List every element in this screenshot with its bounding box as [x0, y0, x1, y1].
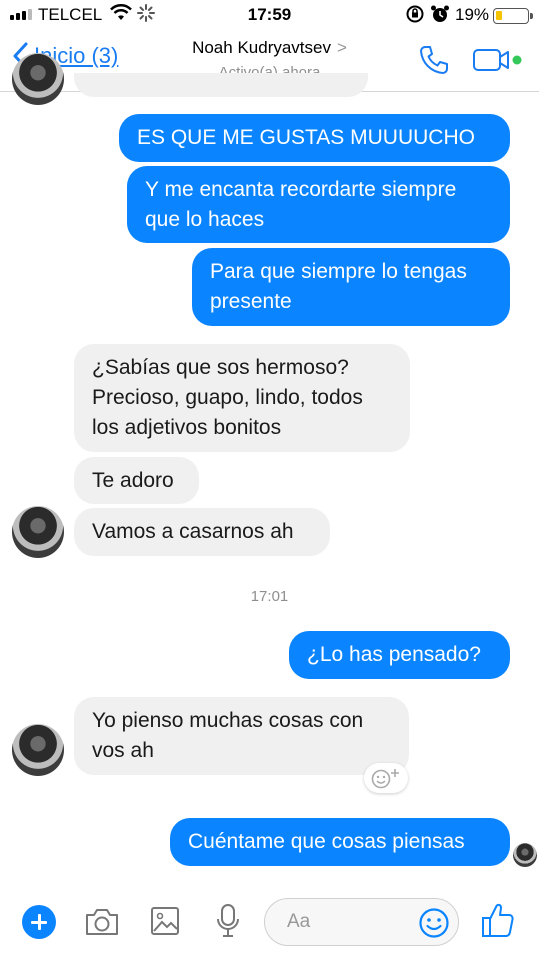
message-text: Yo pienso muchas cosas con vos ah [92, 709, 364, 762]
smiley-plus-icon [371, 769, 399, 789]
image-icon [151, 907, 179, 935]
gallery-button[interactable] [150, 906, 180, 941]
message-text: Cuéntame que cosas piensas [188, 830, 465, 853]
message-text: Para que siempre lo tengas presente [210, 260, 467, 313]
emoji-button[interactable] [418, 907, 450, 944]
message-text: Vamos a casarnos ah [92, 520, 294, 543]
message-incoming[interactable]: Te adoro [74, 457, 199, 504]
thumbs-up-icon [482, 903, 514, 937]
phone-icon [420, 46, 448, 74]
message-composer: Aa [0, 893, 539, 960]
contact-avatar[interactable] [12, 724, 64, 776]
message-text: ¿Sabías que sos hermoso? Precioso, guapo,… [92, 356, 363, 439]
message-outgoing[interactable]: Cuéntame que cosas piensas [170, 818, 510, 866]
partial-incoming-bubble [74, 73, 368, 97]
camera-button[interactable] [84, 907, 120, 942]
message-text: Y me encanta recordarte siempre que lo ha… [145, 177, 457, 231]
message-input-placeholder: Aa [287, 911, 311, 932]
message-text: Te adoro [92, 468, 174, 492]
add-reaction-button[interactable] [364, 763, 408, 793]
alarm-icon [430, 4, 450, 29]
battery-icon [493, 8, 533, 24]
message-incoming[interactable]: Vamos a casarnos ah [74, 508, 330, 556]
message-thread[interactable]: ES QUE ME GUSTAS MUUUUCHO Y me encanta r… [0, 53, 539, 893]
message-outgoing[interactable]: Para que siempre lo tengas presente [192, 248, 510, 326]
video-camera-icon [473, 49, 522, 71]
read-receipt-avatar [513, 843, 537, 867]
message-incoming[interactable]: ¿Sabías que sos hermoso? Precioso, guapo,… [74, 344, 410, 452]
message-text: ES QUE ME GUSTAS MUUUUCHO [137, 126, 475, 149]
contact-name: Noah Kudryavtsev [192, 38, 331, 57]
contact-avatar [12, 53, 64, 105]
message-outgoing[interactable]: ES QUE ME GUSTAS MUUUUCHO [119, 114, 510, 162]
message-outgoing[interactable]: Y me encanta recordarte siempre que lo ha… [127, 166, 510, 243]
message-incoming[interactable]: Yo pienso muchas cosas con vos ah [74, 697, 409, 775]
message-outgoing[interactable]: ¿Lo has pensado? [289, 631, 510, 679]
battery-percent: 19% [455, 5, 490, 24]
video-call-button[interactable] [472, 46, 524, 79]
smiley-icon [419, 908, 449, 938]
like-button[interactable] [480, 901, 516, 944]
more-actions-button[interactable] [22, 905, 56, 939]
message-input[interactable]: Aa [264, 898, 459, 946]
call-button[interactable] [418, 44, 450, 81]
rotation-lock-icon [405, 4, 425, 29]
status-bar: TELCEL 17:59 19% [0, 0, 539, 30]
contact-avatar[interactable] [12, 506, 64, 558]
chevron-right-icon: > [336, 38, 347, 57]
microphone-icon [217, 904, 239, 937]
camera-icon [86, 909, 118, 935]
voice-message-button[interactable] [214, 903, 242, 944]
message-timestamp: 17:01 [250, 588, 289, 605]
message-text: ¿Lo has pensado? [307, 643, 481, 666]
